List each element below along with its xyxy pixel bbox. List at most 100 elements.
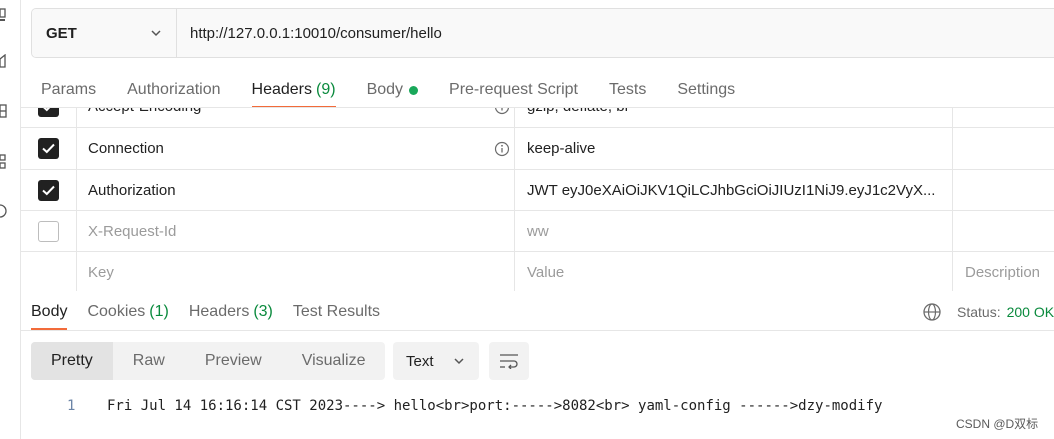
- view-mode-selector: Pretty Raw Preview Visualize: [31, 342, 386, 380]
- response-text: Fri Jul 14 16:16:14 CST 2023----> hello<…: [107, 398, 883, 414]
- tab-response-headers[interactable]: Headers (3): [189, 300, 273, 324]
- globe-icon[interactable]: [922, 302, 942, 322]
- url-input[interactable]: http://127.0.0.1:10010/consumer/hello: [177, 9, 1054, 57]
- tab-label: Body: [366, 81, 404, 98]
- tab-count: (3): [253, 303, 273, 320]
- checkbox-checked[interactable]: [38, 138, 59, 159]
- chevron-down-icon: [151, 30, 161, 37]
- status-label: Status:: [957, 304, 1001, 320]
- left-sidebar-rail: [0, 0, 21, 439]
- headers-table: Accept-Encoding gzip, deflate, br Connec…: [21, 107, 1054, 291]
- checkbox-cell: [21, 211, 77, 251]
- chevron-down-icon: [454, 358, 464, 365]
- response-status: Status: 200 OK: [922, 300, 1054, 324]
- value-cell[interactable]: keep-alive: [515, 128, 953, 169]
- value-input[interactable]: Value: [515, 252, 953, 291]
- checkbox-cell: [21, 170, 77, 210]
- wrap-lines-icon: [500, 354, 518, 369]
- table-row: X-Request-Id ww: [21, 211, 1054, 252]
- header-value: keep-alive: [527, 140, 596, 157]
- header-value: JWT eyJ0eXAiOiJKV1QiLCJhbGciOiJIUzI1NiJ9…: [527, 181, 936, 199]
- check-icon: [42, 143, 55, 154]
- checkbox-checked[interactable]: [38, 108, 59, 117]
- apis-icon[interactable]: [0, 54, 10, 68]
- format-select[interactable]: Text: [393, 342, 479, 380]
- view-pretty[interactable]: Pretty: [31, 342, 113, 380]
- description-cell[interactable]: [953, 108, 1054, 127]
- tab-cookies[interactable]: Cookies (1): [87, 300, 168, 324]
- response-body-line: 1 Fri Jul 14 16:16:14 CST 2023----> hell…: [60, 396, 882, 416]
- tab-settings[interactable]: Settings: [677, 76, 735, 104]
- view-preview[interactable]: Preview: [185, 342, 282, 380]
- value-cell[interactable]: ww: [515, 211, 953, 251]
- header-value: gzip, deflate, br: [527, 108, 944, 115]
- tab-test-results[interactable]: Test Results: [293, 300, 380, 324]
- tab-params[interactable]: Params: [41, 76, 96, 104]
- collections-icon[interactable]: [0, 8, 10, 21]
- key-cell[interactable]: X-Request-Id: [77, 211, 515, 251]
- tab-label: Settings: [677, 81, 736, 98]
- tab-label: Authorization: [127, 81, 221, 98]
- environments-icon[interactable]: [0, 104, 10, 118]
- checkbox-checked[interactable]: [38, 179, 59, 201]
- description-cell[interactable]: [953, 211, 1054, 251]
- table-row: Connection keep-alive: [21, 128, 1054, 170]
- modified-dot-icon: [409, 85, 419, 95]
- line-number: 1: [67, 398, 76, 414]
- key-placeholder: Key: [88, 263, 114, 281]
- tab-tests[interactable]: Tests: [609, 76, 646, 104]
- mock-servers-icon[interactable]: [0, 154, 10, 169]
- request-bar: GET http://127.0.0.1:10010/consumer/hell…: [31, 8, 1054, 58]
- checkbox-unchecked[interactable]: [38, 220, 59, 242]
- method-select[interactable]: GET: [32, 9, 177, 57]
- tab-label: Headers: [188, 303, 250, 320]
- history-icon[interactable]: [0, 204, 10, 218]
- description-cell[interactable]: [953, 170, 1054, 210]
- key-cell[interactable]: Accept-Encoding: [77, 108, 515, 127]
- watermark: CSDN @D双标: [956, 417, 1039, 431]
- tab-pre-request-script[interactable]: Pre-request Script: [449, 76, 578, 104]
- tab-label: Params: [41, 81, 97, 98]
- key-input[interactable]: Key: [77, 252, 515, 291]
- header-key: Authorization: [88, 181, 176, 199]
- tab-label: Body: [31, 303, 68, 320]
- info-icon[interactable]: [494, 141, 510, 157]
- tab-count: (1): [149, 303, 169, 320]
- tab-count: (9): [316, 81, 336, 98]
- table-row-new: Key Value Description: [21, 252, 1054, 291]
- info-icon: [495, 108, 509, 114]
- tab-headers[interactable]: Headers (9): [251, 76, 336, 108]
- method-label: GET: [46, 24, 77, 42]
- request-tabs: Params Authorization Headers (9) Body Pre…: [41, 76, 766, 108]
- value-placeholder: Value: [527, 263, 565, 281]
- description-input[interactable]: Description: [953, 252, 1054, 291]
- tab-response-body[interactable]: Body: [31, 300, 68, 330]
- table-row: Authorization JWT eyJ0eXAiOiJKV1QiLCJhbG…: [21, 170, 1054, 211]
- response-tabs: Body Cookies (1) Headers (3) Test Results: [31, 300, 400, 330]
- status-code: 200 OK: [1006, 304, 1054, 320]
- header-value: ww: [527, 222, 549, 240]
- tab-label: Headers: [251, 81, 312, 98]
- wrap-lines-button[interactable]: [489, 342, 529, 380]
- description-cell[interactable]: [953, 128, 1054, 169]
- divider: [21, 330, 1054, 331]
- key-cell[interactable]: Authorization: [77, 170, 515, 210]
- value-cell[interactable]: JWT eyJ0eXAiOiJKV1QiLCJhbGciOiJIUzI1NiJ9…: [515, 170, 953, 210]
- table-row: Accept-Encoding gzip, deflate, br: [21, 108, 1054, 128]
- view-visualize[interactable]: Visualize: [282, 342, 386, 380]
- header-key: Connection: [88, 140, 164, 157]
- tab-authorization[interactable]: Authorization: [127, 76, 220, 104]
- description-placeholder: Description: [965, 263, 1041, 281]
- checkbox-cell: [21, 128, 77, 169]
- checkbox-cell: [21, 252, 77, 291]
- tab-label: Tests: [608, 81, 647, 98]
- tab-body[interactable]: Body: [366, 76, 419, 104]
- header-key: Accept-Encoding: [88, 108, 201, 115]
- key-cell[interactable]: Connection: [77, 128, 515, 169]
- check-icon: [43, 108, 51, 112]
- tab-label: Cookies: [87, 303, 146, 320]
- tab-label: Pre-request Script: [449, 81, 578, 98]
- view-raw[interactable]: Raw: [113, 342, 185, 380]
- checkbox-cell: [21, 108, 77, 127]
- value-cell[interactable]: gzip, deflate, br: [515, 108, 953, 127]
